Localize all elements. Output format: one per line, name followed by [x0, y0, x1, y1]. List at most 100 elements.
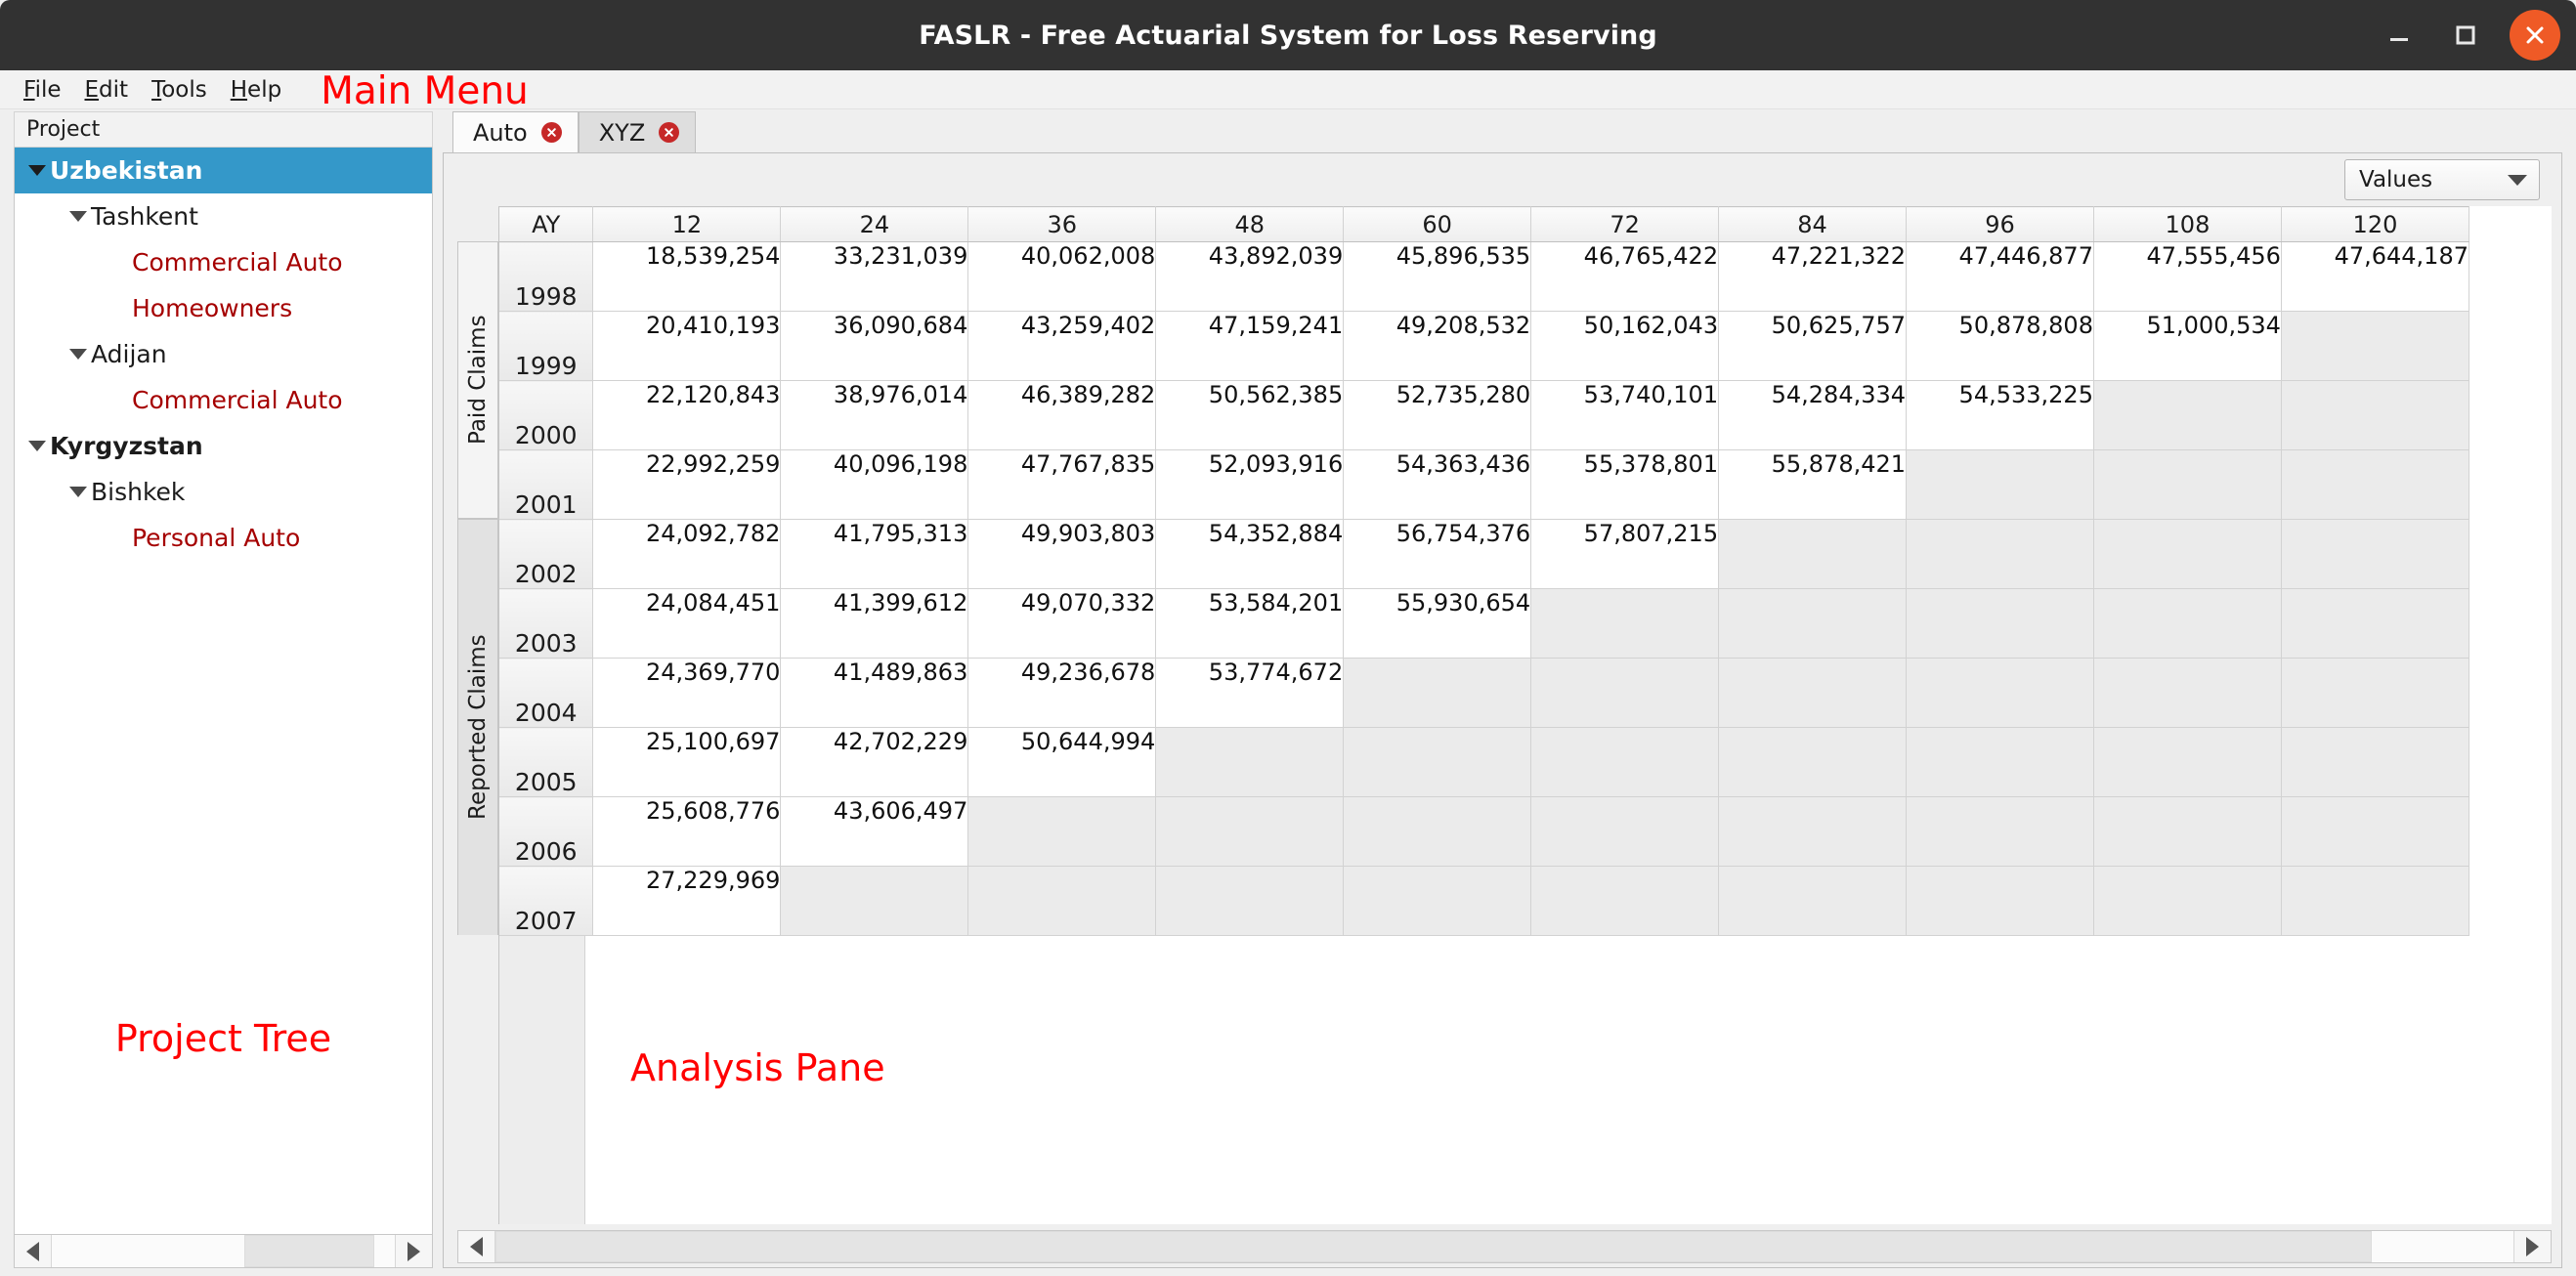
minimize-button[interactable] — [2377, 13, 2422, 58]
scroll-left-button[interactable] — [15, 1235, 52, 1267]
table-cell-value[interactable]: 33,231,039 — [780, 241, 969, 312]
table-cell-empty[interactable] — [2281, 519, 2470, 589]
table-cell-empty[interactable] — [967, 796, 1157, 867]
menu-file[interactable]: File — [12, 77, 73, 103]
table-cell-value[interactable]: 49,903,803 — [967, 519, 1157, 589]
analysis-scroll-left-button[interactable] — [458, 1231, 495, 1262]
menu-tools[interactable]: Tools — [140, 77, 219, 103]
tree-item-bishkek[interactable]: Bishkek — [15, 469, 432, 515]
expander-caret-icon[interactable] — [65, 487, 91, 497]
tree-item-personal-auto[interactable]: Personal Auto — [15, 515, 432, 561]
tree-item-kyrgyzstan[interactable]: Kyrgyzstan — [15, 423, 432, 469]
table-cell-empty[interactable] — [1906, 449, 2094, 520]
table-cell-value[interactable]: 22,120,843 — [592, 380, 782, 450]
table-cell-value[interactable]: 47,221,322 — [1718, 241, 1908, 312]
view-mode-select[interactable]: Values — [2344, 159, 2540, 200]
table-cell-value[interactable]: 24,092,782 — [592, 519, 782, 589]
table-cell-empty[interactable] — [2281, 380, 2470, 450]
column-header-84[interactable]: 84 — [1718, 206, 1908, 242]
table-cell-value[interactable]: 40,062,008 — [967, 241, 1157, 312]
table-cell-value[interactable]: 43,259,402 — [967, 311, 1157, 381]
column-header-72[interactable]: 72 — [1530, 206, 1720, 242]
column-header-ay[interactable]: AY — [499, 206, 594, 242]
table-cell-value[interactable]: 42,702,229 — [780, 727, 969, 797]
table-cell-value[interactable]: 45,896,535 — [1343, 241, 1532, 312]
table-cell-empty[interactable] — [1343, 658, 1532, 728]
table-cell-value[interactable]: 43,892,039 — [1155, 241, 1345, 312]
table-cell-empty[interactable] — [2281, 796, 2470, 867]
table-cell-empty[interactable] — [1718, 796, 1908, 867]
triangle-grid[interactable]: AY 12 24 36 48 60 72 84 96 108 120 1998 18,539,254 3… — [498, 206, 2552, 1224]
table-cell-value[interactable]: 41,795,313 — [780, 519, 969, 589]
table-cell-value[interactable]: 27,229,969 — [592, 866, 782, 936]
row-header-ay[interactable]: 2000 — [499, 380, 594, 450]
tree-item-tashkent[interactable]: Tashkent — [15, 193, 432, 239]
table-cell-empty[interactable] — [2281, 866, 2470, 936]
table-cell-value[interactable]: 36,090,684 — [780, 311, 969, 381]
tab-close-icon[interactable] — [540, 122, 562, 143]
table-cell-value[interactable]: 53,740,101 — [1530, 380, 1720, 450]
analysis-scroll-track[interactable] — [495, 1231, 2513, 1262]
table-cell-value[interactable]: 49,236,678 — [967, 658, 1157, 728]
tree-item-homeowners[interactable]: Homeowners — [15, 285, 432, 331]
table-cell-empty[interactable] — [1718, 727, 1908, 797]
expander-caret-icon[interactable] — [24, 165, 50, 176]
tab-auto[interactable]: Auto — [452, 111, 579, 152]
table-cell-value[interactable]: 54,284,334 — [1718, 380, 1908, 450]
column-header-108[interactable]: 108 — [2093, 206, 2282, 242]
table-cell-value[interactable]: 53,584,201 — [1155, 588, 1345, 659]
table-cell-value[interactable]: 50,162,043 — [1530, 311, 1720, 381]
row-header-ay[interactable]: 2006 — [499, 796, 594, 867]
table-cell-value[interactable]: 22,992,259 — [592, 449, 782, 520]
table-cell-value[interactable]: 25,608,776 — [592, 796, 782, 867]
table-cell-empty[interactable] — [1906, 519, 2094, 589]
project-tree-hscrollbar[interactable] — [14, 1235, 433, 1268]
table-cell-value[interactable]: 57,807,215 — [1530, 519, 1720, 589]
table-cell-empty[interactable] — [2093, 866, 2282, 936]
tree-item-adijan[interactable]: Adijan — [15, 331, 432, 377]
column-header-24[interactable]: 24 — [780, 206, 969, 242]
table-cell-value[interactable]: 20,410,193 — [592, 311, 782, 381]
column-header-120[interactable]: 120 — [2281, 206, 2470, 242]
table-cell-value[interactable]: 40,096,198 — [780, 449, 969, 520]
table-cell-empty[interactable] — [1155, 866, 1345, 936]
table-cell-value[interactable]: 18,539,254 — [592, 241, 782, 312]
table-cell-empty[interactable] — [2281, 449, 2470, 520]
table-cell-empty[interactable] — [2093, 658, 2282, 728]
analysis-hscrollbar[interactable] — [457, 1230, 2552, 1263]
table-cell-empty[interactable] — [1343, 727, 1532, 797]
row-header-ay[interactable]: 2007 — [499, 866, 594, 936]
table-cell-empty[interactable] — [1718, 658, 1908, 728]
tree-item-uzbekistan[interactable]: Uzbekistan — [15, 148, 432, 193]
table-cell-empty[interactable] — [1906, 588, 2094, 659]
table-cell-empty[interactable] — [2093, 588, 2282, 659]
row-header-ay[interactable]: 2002 — [499, 519, 594, 589]
tree-item-commercial-auto[interactable]: Commercial Auto — [15, 377, 432, 423]
table-cell-empty[interactable] — [1906, 727, 2094, 797]
menu-help[interactable]: Help — [219, 77, 293, 103]
table-cell-value[interactable]: 41,399,612 — [780, 588, 969, 659]
row-header-ay[interactable]: 1998 — [499, 241, 594, 312]
table-cell-empty[interactable] — [2281, 727, 2470, 797]
table-cell-value[interactable]: 49,070,332 — [967, 588, 1157, 659]
table-cell-empty[interactable] — [1343, 796, 1532, 867]
table-cell-value[interactable]: 50,562,385 — [1155, 380, 1345, 450]
menu-edit[interactable]: Edit — [73, 77, 141, 103]
table-cell-empty[interactable] — [780, 866, 969, 936]
table-cell-value[interactable]: 56,754,376 — [1343, 519, 1532, 589]
table-cell-empty[interactable] — [1718, 866, 1908, 936]
table-cell-empty[interactable] — [1343, 866, 1532, 936]
table-cell-empty[interactable] — [1530, 796, 1720, 867]
table-cell-empty[interactable] — [1530, 727, 1720, 797]
table-cell-empty[interactable] — [2093, 727, 2282, 797]
row-header-ay[interactable]: 1999 — [499, 311, 594, 381]
table-cell-value[interactable]: 47,555,456 — [2093, 241, 2282, 312]
table-cell-value[interactable]: 38,976,014 — [780, 380, 969, 450]
column-header-96[interactable]: 96 — [1906, 206, 2094, 242]
expander-caret-icon[interactable] — [24, 441, 50, 451]
table-cell-value[interactable]: 46,389,282 — [967, 380, 1157, 450]
table-cell-value[interactable]: 47,644,187 — [2281, 241, 2470, 312]
table-cell-empty[interactable] — [1155, 796, 1345, 867]
table-cell-value[interactable]: 47,767,835 — [967, 449, 1157, 520]
table-cell-empty[interactable] — [1718, 588, 1908, 659]
